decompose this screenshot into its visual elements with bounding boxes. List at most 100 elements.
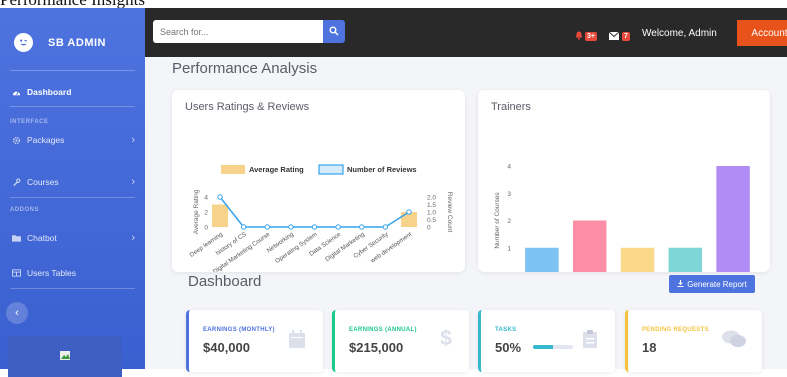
messages-badge: 7 [622,31,630,41]
comments-icon [722,330,746,353]
line-point [288,224,294,230]
y-tick-label: 0 [204,225,208,232]
sidebar: SB ADMIN Dashboard INTERFACE Packages › … [0,8,145,377]
y-tick-label: 2 [204,210,208,217]
sidebar-card [8,336,122,377]
stat-card-tasks: TASKS 50% [478,310,615,372]
sidebar-item-courses[interactable]: Courses › [10,174,135,190]
y-tick-label: 2 [507,218,511,225]
line-point [311,224,318,230]
generate-report-label: Generate Report [687,279,747,289]
stat-card-earnings-monthly: EARNINGS (MONTHLY) $40,000 [186,310,323,372]
stat-value: $40,000 [203,340,250,355]
sidebar-item-dashboard[interactable]: Dashboard [10,84,135,100]
sidebar-divider [10,106,135,107]
y-tick-label: 4 [204,195,208,202]
search-form [153,20,345,43]
main-content: Performance Analysis Users Ratings & Rev… [145,57,787,372]
stat-value: 18 [642,340,657,355]
line-point [382,224,389,230]
search-button[interactable] [323,20,345,43]
x-tick-label: Operating System [274,231,319,265]
alerts-badge: 3+ [585,31,597,41]
dollar-icon: $ [440,327,452,354]
y2-tick-label: 0.5 [427,217,436,224]
line-point [359,224,365,230]
sidebar-divider [10,70,135,71]
sidebar-divider [10,197,135,198]
y2-tick-label: 2.0 [427,195,436,202]
sidebar-heading-addons: ADDONS [10,207,40,213]
dashboard-heading: Dashboard [188,273,262,290]
y-tick-label: 4 [507,164,511,171]
y-tick-label: 3 [507,191,511,198]
y2-tick-label: 1.0 [427,210,436,217]
alerts-dropdown[interactable]: 3+ [575,27,597,45]
bar [212,204,228,227]
line-point [335,224,341,230]
sidebar-item-label: Courses [27,177,59,187]
folder-icon [10,234,22,242]
table-icon [10,269,22,277]
line-point [217,194,223,200]
ratings-chart: Average Rating Number of Reviews02400.51.… [189,164,453,272]
trainers-chart: 01234Number of CoursesBatoolFatimaSajida… [494,164,750,272]
sidebar-item-chatbot[interactable]: Chatbot › [10,230,135,246]
ratings-card: Users Ratings & Reviews Average Rating Nu… [172,90,465,272]
sidebar-brand[interactable]: SB ADMIN [14,33,106,52]
sidebar-item-packages[interactable]: Packages › [10,132,135,148]
chevron-right-icon: › [131,232,135,244]
stat-label: PENDING REQUESTS [642,327,709,333]
sidebar-item-label: Packages [27,135,65,145]
gear-icon [10,136,22,145]
sidebar-toggle-button[interactable]: ‹ [6,302,28,324]
stat-value: $215,000 [349,340,404,355]
account-button[interactable]: Account [737,20,787,46]
chevron-right-icon: › [131,134,135,146]
stat-label: EARNINGS (MONTHLY) [203,327,275,333]
clipboard-icon [583,330,597,353]
download-icon [677,279,684,289]
y2-axis-title: Review Count [446,192,453,233]
x-tick-label: web development [369,231,414,265]
sidebar-item-users-tables[interactable]: Users Tables [10,265,135,281]
tasks-progress-bar [533,345,573,349]
stat-card-pending-requests: PENDING REQUESTS 18 [625,310,762,372]
chevron-right-icon: › [131,176,135,188]
welcome-text: Welcome, Admin [642,28,717,39]
sidebar-item-label: Dashboard [27,87,72,97]
svg-text:$: $ [440,327,452,349]
stat-label: EARNINGS (ANNUAL) [349,327,417,333]
envelope-icon [608,27,620,45]
brand-name: SB ADMIN [48,36,106,49]
line-point [240,224,247,230]
legend-swatch [318,164,344,175]
laugh-wink-icon [14,33,33,52]
tasks-progress-fill [533,345,553,349]
sidebar-heading-interface: INTERFACE [10,119,49,125]
y-axis-title: Average Rating [193,189,200,234]
y-axis-title: Number of Courses [494,192,501,249]
calendar-icon [289,330,305,353]
search-input[interactable] [153,20,323,43]
stat-value: 50% [495,340,522,355]
generate-report-button[interactable]: Generate Report [669,275,755,293]
legend-swatch [221,165,245,174]
chevron-left-icon: ‹ [15,307,19,319]
sidebar-divider [10,288,135,289]
page-title: Performance Analysis [172,60,318,77]
tachometer-icon [10,88,22,97]
wrench-icon [10,178,22,187]
topbar: 3+ 7 Welcome, Admin Account [145,8,787,57]
line-point [264,224,270,230]
sidebar-item-label: Chatbot [27,233,57,243]
y2-tick-label: 1.5 [427,202,436,209]
line-point [406,209,412,215]
search-icon [329,23,339,41]
legend-label: Average Rating [249,165,304,174]
y2-tick-label: 0 [427,225,431,232]
y-tick-label: 1 [507,245,511,252]
bar [572,220,607,272]
messages-dropdown[interactable]: 7 [608,27,630,45]
bar [716,166,750,272]
